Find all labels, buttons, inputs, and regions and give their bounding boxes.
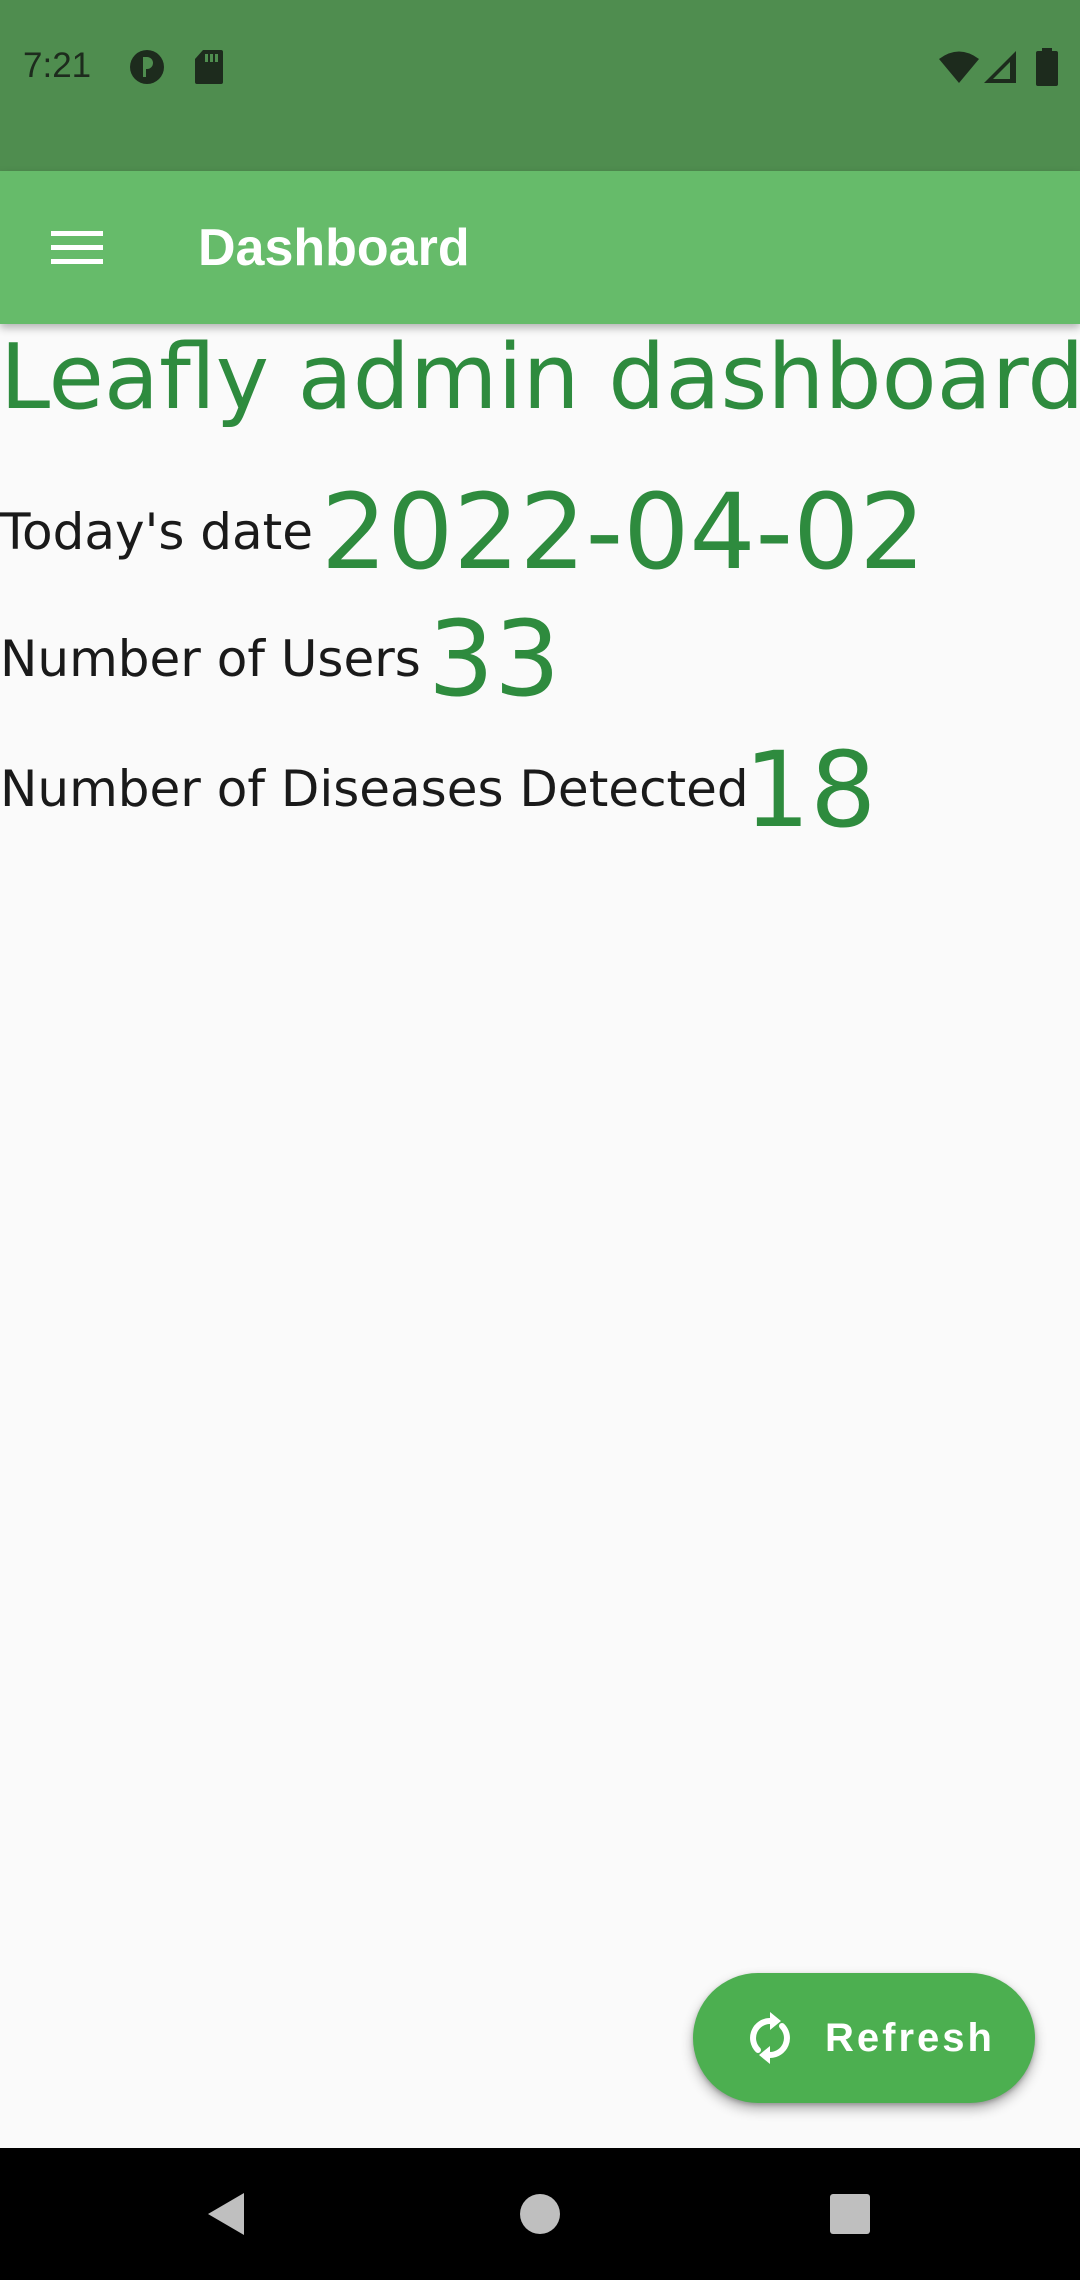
hamburger-menu-icon (51, 231, 103, 264)
stat-value: 2022-04-02 (321, 471, 926, 593)
home-button[interactable] (460, 2148, 620, 2280)
page-heading: Leafly admin dashboard (0, 325, 1080, 430)
stat-value: 18 (744, 729, 877, 851)
stat-label: Today's date (0, 503, 314, 561)
home-icon (520, 2194, 560, 2234)
stat-label: Number of Diseases Detected (0, 760, 749, 818)
refresh-button[interactable]: Refresh (693, 1973, 1035, 2103)
menu-button[interactable] (34, 205, 120, 291)
status-bar: 7:21 (0, 0, 1080, 171)
back-icon (208, 2193, 244, 2235)
stat-row-diseases: Number of Diseases Detected 18 (0, 728, 1080, 851)
app-bar: Dashboard (0, 171, 1080, 324)
refresh-icon (750, 2012, 790, 2064)
system-nav-bar (0, 2148, 1080, 2280)
stat-row-users: Number of Users 33 (0, 598, 1080, 720)
refresh-button-label: Refresh (825, 2016, 995, 2060)
stat-label: Number of Users (0, 630, 421, 688)
recents-icon (830, 2194, 870, 2234)
stat-row-date: Today's date 2022-04-02 (0, 470, 1080, 593)
back-button[interactable] (146, 2148, 306, 2280)
app-bar-title: Dashboard (198, 219, 470, 277)
recents-button[interactable] (770, 2148, 930, 2280)
privacy-indicator-icon (130, 50, 164, 84)
battery-icon (1036, 48, 1058, 86)
cellular-signal-icon (984, 51, 1016, 83)
sd-card-icon (195, 50, 223, 84)
wifi-icon (939, 51, 979, 83)
status-time: 7:21 (23, 46, 92, 85)
stat-value: 33 (428, 598, 561, 720)
